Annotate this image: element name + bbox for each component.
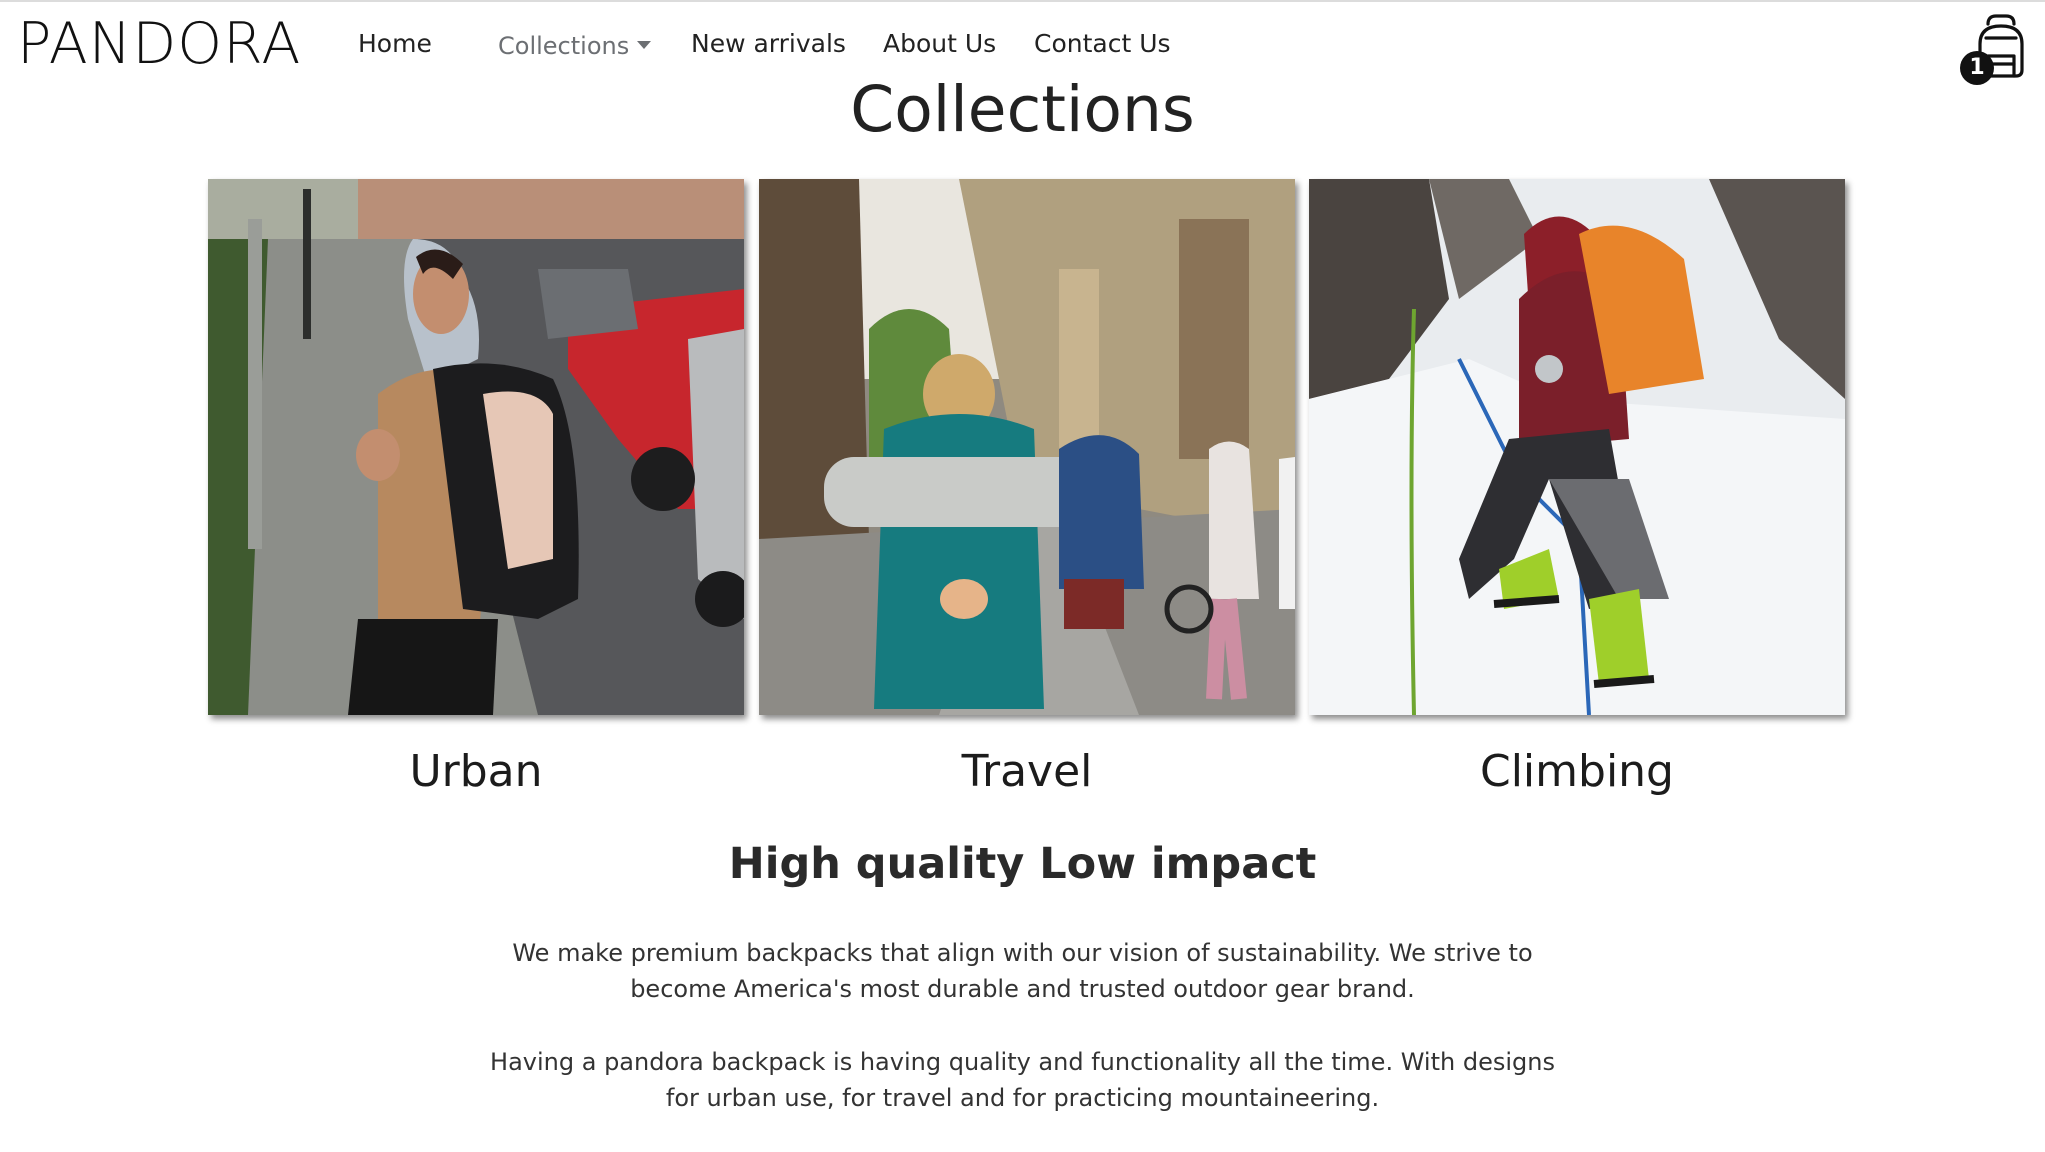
climbing-backpack-photo[interactable] xyxy=(1309,179,1845,715)
about-paragraph-2: Having a pandora backpack is having qual… xyxy=(490,1048,1555,1112)
nav-about-us[interactable]: About Us xyxy=(883,27,996,61)
urban-backpack-photo[interactable] xyxy=(208,179,744,715)
nav-home[interactable]: Home xyxy=(358,27,432,61)
nav-collections-label: Collections xyxy=(498,32,630,60)
nav-new-arrivals[interactable]: New arrivals xyxy=(691,27,846,61)
nav-collections-dropdown[interactable]: Collections xyxy=(498,29,652,63)
tagline-heading: High quality Low impact xyxy=(728,839,1317,889)
collection-card-travel[interactable]: Travel xyxy=(759,179,1295,800)
collection-card-urban[interactable]: Urban xyxy=(208,179,744,800)
collection-label-travel[interactable]: Travel xyxy=(759,744,1295,800)
collection-label-urban[interactable]: Urban xyxy=(208,744,744,800)
page-title: Collections xyxy=(850,73,1195,146)
caret-down-icon xyxy=(637,41,652,49)
travel-backpack-photo[interactable] xyxy=(759,179,1295,715)
collection-label-climbing[interactable]: Climbing xyxy=(1309,744,1845,800)
brand-logo[interactable]: PANDORA xyxy=(17,12,301,76)
about-paragraph-1: We make premium backpacks that align wit… xyxy=(512,939,1533,1003)
collection-card-climbing[interactable]: Climbing xyxy=(1309,179,1845,800)
nav-contact-us[interactable]: Contact Us xyxy=(1034,27,1171,61)
